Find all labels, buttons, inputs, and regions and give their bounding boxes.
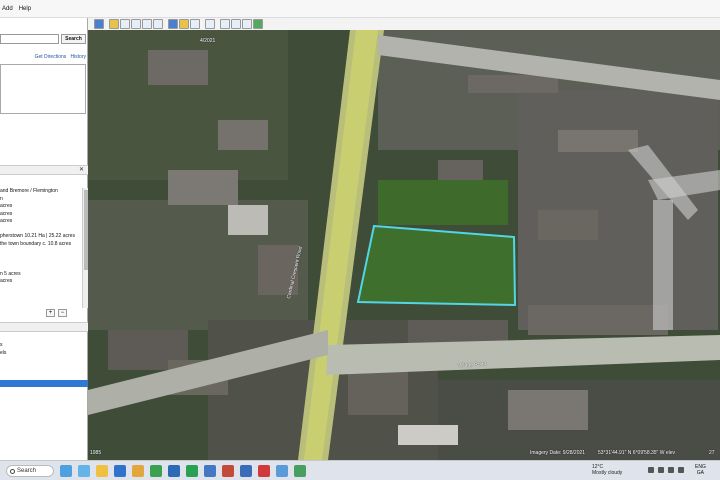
places-list: and Bremore / Flemington n acres acres a… [0, 188, 82, 306]
menu-add[interactable]: Add [2, 6, 13, 12]
file-explorer-icon[interactable] [96, 465, 108, 477]
list-item[interactable] [0, 263, 82, 271]
layers-panel-header [0, 322, 88, 332]
chrome-icon[interactable] [150, 465, 162, 477]
save-image-icon[interactable] [242, 19, 252, 29]
get-directions-link[interactable]: Get Directions [35, 54, 67, 60]
email-icon[interactable] [220, 19, 230, 29]
menu-help[interactable]: Help [19, 6, 31, 12]
battery-icon[interactable] [678, 467, 684, 473]
elevation-readout: 27 [709, 450, 715, 456]
excel-icon[interactable] [186, 465, 198, 477]
coordinates-readout: 53°31'44.91" N 6°09'58.35" W elev [598, 450, 676, 456]
powerpoint-icon[interactable] [222, 465, 234, 477]
list-item[interactable]: acres [0, 278, 82, 286]
selected-layer-item[interactable] [0, 380, 88, 387]
list-item[interactable]: n 5 acres [0, 271, 82, 279]
add-place-button[interactable]: + [46, 309, 55, 317]
weather-desc: Mostly cloudy [592, 470, 623, 476]
list-item[interactable]: n [0, 196, 82, 204]
layer-item[interactable]: els [0, 349, 88, 357]
history-link[interactable]: History [70, 54, 86, 60]
volume-icon[interactable] [668, 467, 674, 473]
acrobat-icon[interactable] [258, 465, 270, 477]
app-icon[interactable] [240, 465, 252, 477]
imagery-date: Imagery Date: 9/28/2021 [530, 450, 586, 456]
menu-bar: Add Help [0, 0, 720, 18]
layer-item[interactable]: s [0, 341, 88, 349]
list-item[interactable]: the town boundary c. 10.8 acres [0, 241, 82, 249]
list-item[interactable]: pherstown 10.21 Ha | 25.22 acres [0, 233, 82, 241]
tour-icon[interactable] [153, 19, 163, 29]
search-results-box [0, 64, 86, 114]
satellite-imagery [88, 30, 720, 460]
search-row: Search [0, 34, 88, 46]
places-panel-header: ✕ [0, 165, 88, 175]
remove-place-button[interactable]: − [58, 309, 67, 317]
language-indicator[interactable]: ENG GA [695, 464, 706, 476]
search-input[interactable] [0, 34, 59, 44]
ruler-icon[interactable] [205, 19, 215, 29]
taskbar-search[interactable]: Search [6, 465, 54, 477]
wifi-icon[interactable] [658, 467, 664, 473]
outlook-icon[interactable] [204, 465, 216, 477]
task-view-icon[interactable] [60, 465, 72, 477]
edge-icon[interactable] [78, 465, 90, 477]
layers-list: s els [0, 341, 88, 357]
path-icon[interactable] [131, 19, 141, 29]
search-button[interactable]: Search [61, 34, 86, 44]
list-item[interactable]: acres [0, 218, 82, 226]
list-item[interactable] [0, 226, 82, 234]
list-item[interactable]: acres [0, 203, 82, 211]
list-item[interactable] [0, 301, 82, 307]
list-item[interactable]: acres [0, 211, 82, 219]
map-footer-left: 1985 [90, 450, 102, 456]
store-icon[interactable] [114, 465, 126, 477]
close-icon[interactable]: ✕ [79, 166, 84, 173]
directions-links: Get Directions History [0, 54, 86, 60]
placemark-icon[interactable] [109, 19, 119, 29]
sun-icon[interactable] [179, 19, 189, 29]
maps-icon[interactable] [253, 19, 263, 29]
photos-icon[interactable] [276, 465, 288, 477]
search-icon [10, 469, 15, 474]
word-icon[interactable] [168, 465, 180, 477]
sidebar: Search Get Directions History ✕ and Brem… [0, 18, 88, 460]
print-icon[interactable] [231, 19, 241, 29]
weather-widget[interactable]: 12°C Mostly cloudy [592, 464, 622, 476]
places-buttons: + − [0, 308, 88, 318]
mail-icon[interactable] [132, 465, 144, 477]
map-toolbar [88, 18, 720, 30]
history-clock-icon[interactable] [168, 19, 178, 29]
planet-icon[interactable] [190, 19, 200, 29]
list-item[interactable] [0, 256, 82, 264]
polygon-icon[interactable] [120, 19, 130, 29]
list-item[interactable] [0, 286, 82, 294]
list-item[interactable]: and Bremore / Flemington [0, 188, 82, 196]
overlay-icon[interactable] [142, 19, 152, 29]
map-viewport[interactable]: 4/2021 Village Road Cardinal Crescent Ro… [88, 30, 720, 460]
google-earth-icon[interactable] [294, 465, 306, 477]
list-item[interactable] [0, 293, 82, 301]
windows-taskbar: Search 12°C Mostly cloudy ENG GA [0, 460, 720, 480]
map-date-overlay: 4/2021 [200, 38, 216, 44]
list-item[interactable] [0, 248, 82, 256]
sidebar-toggle-icon[interactable] [94, 19, 104, 29]
tray-chevron-icon[interactable] [648, 467, 654, 473]
